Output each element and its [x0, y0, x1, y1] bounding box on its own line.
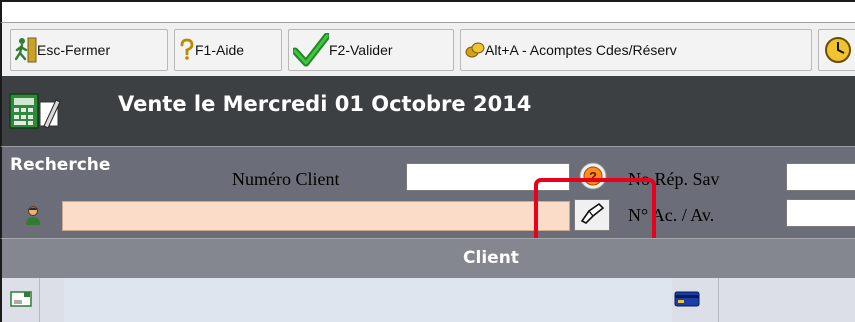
orange-help-icon: ? — [578, 162, 608, 195]
ac-av-input[interactable] — [786, 199, 855, 227]
calculator-pencil-icon — [6, 88, 102, 138]
coins-icon — [465, 40, 485, 60]
client-number-input[interactable] — [406, 163, 570, 191]
validate-button[interactable]: F2-Valider — [288, 29, 454, 71]
svg-text:?: ? — [589, 169, 597, 184]
credit-card-icon[interactable] — [674, 290, 700, 312]
person-icon — [24, 205, 42, 229]
page-title: Vente le Mercredi 01 Octobre 2014 — [118, 92, 532, 116]
running-man-exit-icon — [15, 35, 37, 65]
acomptes-label: Alt+A - Acomptes Cdes/Réserv — [485, 42, 677, 58]
extra-toolbar-button[interactable] — [818, 29, 855, 71]
help-label: F1-Aide — [195, 42, 245, 58]
client-row-separator — [718, 278, 719, 322]
rep-sav-label: No Rép. Sav — [628, 169, 720, 189]
envelope-card-icon[interactable] — [10, 290, 32, 312]
app-window: Esc-Fermer F1-Aide F2-Valider Alt+A - Ac… — [0, 0, 855, 322]
orange-help-button[interactable]: ? — [578, 161, 608, 191]
client-header-label: Client — [463, 248, 519, 268]
hand-card-icon — [579, 201, 605, 229]
help-button[interactable]: F1-Aide — [174, 29, 282, 71]
client-info-field[interactable] — [64, 278, 672, 322]
card-scan-button[interactable] — [574, 199, 610, 231]
search-panel: Recherche Numéro Client ? No Rép. Sav N°… — [0, 146, 855, 238]
client-number-label: Numéro Client — [232, 169, 340, 189]
esc-close-label: Esc-Fermer — [37, 42, 111, 58]
acomptes-button[interactable]: Alt+A - Acomptes Cdes/Réserv — [460, 29, 812, 71]
client-search-input[interactable] — [62, 201, 570, 231]
window-top-strip — [0, 0, 855, 22]
green-checkmark-icon — [293, 33, 329, 67]
question-mark-icon — [179, 38, 195, 62]
clock-icon — [823, 34, 853, 66]
rep-sav-input[interactable] — [786, 163, 855, 191]
client-row — [0, 278, 855, 322]
title-bar: Vente le Mercredi 01 Octobre 2014 — [0, 76, 855, 146]
esc-close-button[interactable]: Esc-Fermer — [10, 29, 168, 71]
search-section-label: Recherche — [10, 155, 111, 175]
ac-av-label: N° Ac. / Av. — [628, 205, 715, 225]
client-section-header: Client — [0, 238, 855, 278]
validate-label: F2-Valider — [329, 42, 393, 58]
toolbar: Esc-Fermer F1-Aide F2-Valider Alt+A - Ac… — [0, 22, 855, 76]
